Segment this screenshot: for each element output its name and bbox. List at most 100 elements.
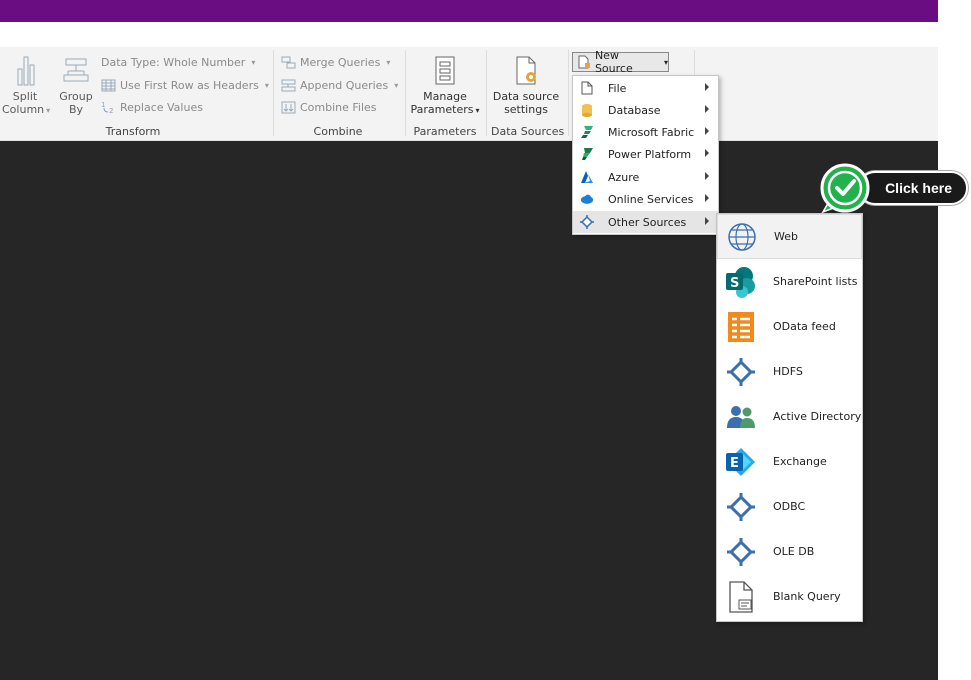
globe-icon [725,220,759,254]
menu-item-hdfs[interactable]: HDFS [717,349,862,394]
group-by-icon [63,58,89,82]
menu-item-web[interactable]: Web [717,214,862,259]
data-source-settings-label-1: Data source [492,90,560,103]
menu-item-active-directory[interactable]: Active Directory [717,394,862,439]
menu-item-odata-feed[interactable]: OData feed [717,304,862,349]
split-column-label-1: Split [12,90,38,103]
blank-query-icon [724,580,758,614]
menu-item-label: File [608,81,627,95]
menu-item-label: Blank Query [773,590,841,603]
parameters-group-label: Parameters [413,125,477,138]
users-icon [724,400,758,434]
append-icon [281,79,296,91]
combine-group-label: Combine [313,125,363,138]
ribbon-separator [405,50,406,136]
cloud-icon [580,192,594,206]
new-source-button[interactable]: New Source ▾ [572,49,669,75]
new-source-label: New Source [594,49,633,75]
parameters-icon [435,56,455,85]
manage-parameters-button[interactable]: Manage Parameters ▾ [408,55,482,117]
use-first-row-label: Use First Row as Headers [120,78,259,92]
click-here-callout: Click here [858,171,968,205]
group-by-button[interactable]: Group By [56,55,96,116]
chevron-right-icon [705,127,709,135]
menu-item-label: Database [608,103,661,117]
append-queries-button[interactable]: Append Queries ▾ [281,77,398,93]
file-icon [580,81,594,95]
chevron-right-icon [705,194,709,202]
ribbon-separator [486,50,487,136]
menu-item-label: HDFS [773,365,803,378]
menu-item-label: ODBC [773,500,806,513]
use-first-row-button[interactable]: Use First Row as Headers ▾ [101,77,269,93]
menu-item-file[interactable]: File [573,77,718,99]
svg-text:2: 2 [109,107,113,114]
replace-values-button[interactable]: 12 Replace Values [101,99,203,115]
group-by-label-1: Group [59,90,93,103]
new-source-menu: File Database Microsoft Fabric Power Pla… [572,75,719,235]
database-icon [580,103,594,117]
menu-item-label: SharePoint lists [773,275,858,288]
menu-item-azure[interactable]: Azure [573,166,718,188]
menu-item-power-platform[interactable]: Power Platform [573,143,718,165]
group-by-label-2: By [68,103,84,116]
fabric-icon [580,125,594,139]
title-bar [0,0,938,22]
table-header-icon [101,79,116,91]
append-queries-label: Append Queries [300,78,389,92]
data-sources-group-label: Data Sources [491,125,565,138]
chevron-right-icon [705,105,709,113]
menu-item-odbc[interactable]: ODBC [717,484,862,529]
exchange-icon: E [724,445,758,479]
menu-item-exchange[interactable]: E Exchange [717,439,862,484]
menu-item-sharepoint-lists[interactable]: S SharePoint lists [717,259,862,304]
chevron-right-icon [705,83,709,91]
merge-queries-button[interactable]: Merge Queries ▾ [281,54,390,70]
ribbon-separator [568,50,569,136]
merge-queries-label: Merge Queries [300,55,381,69]
menu-item-label: OData feed [773,320,836,333]
split-column-button[interactable]: Split Column ▾ [2,55,51,117]
replace-values-label: Replace Values [120,100,203,114]
connector-icon [724,355,758,389]
manage-parameters-label-2: Parameters ▾ [410,103,480,116]
svg-text:1: 1 [101,101,105,109]
menu-item-label: Other Sources [608,215,687,229]
chevron-right-icon [705,149,709,157]
merge-icon [281,56,296,68]
odata-icon [724,310,758,344]
menu-item-microsoft-fabric[interactable]: Microsoft Fabric [573,121,718,143]
connector-icon [580,215,594,229]
menu-item-online-services[interactable]: Online Services [573,188,718,210]
combine-files-button[interactable]: Combine Files [281,99,377,115]
data-source-settings-button[interactable]: Data source settings [490,55,562,116]
connector-icon [724,490,758,524]
callout-text: Click here [885,180,952,196]
svg-text:S: S [730,276,739,291]
data-source-settings-label-2: settings [504,103,548,116]
other-sources-menu: Web S SharePoint lists OData feed HDFS A… [716,213,863,622]
menu-item-label: Online Services [608,192,694,206]
split-column-label-2: Column ▾ [2,103,51,116]
data-type-button[interactable]: Data Type: Whole Number ▾ [101,54,255,70]
data-type-label: Data Type: Whole Number [101,55,246,69]
menu-item-blank-query[interactable]: Blank Query [717,574,862,619]
menu-item-other-sources[interactable]: Other Sources [573,211,718,233]
sharepoint-icon: S [724,265,758,299]
chevron-right-icon [705,217,709,225]
split-column-icon [17,56,35,86]
combine-files-label: Combine Files [300,100,377,114]
chevron-right-icon [705,172,709,180]
manage-parameters-label-1: Manage [423,90,467,103]
combine-files-icon [281,101,296,113]
replace-icon: 12 [101,101,113,114]
menu-item-database[interactable]: Database [573,99,718,121]
svg-text:E: E [730,456,739,471]
menu-item-label: Azure [608,170,640,184]
menu-item-label: Microsoft Fabric [608,125,695,139]
data-source-settings-icon [516,56,536,85]
menu-item-ole-db[interactable]: OLE DB [717,529,862,574]
menu-item-label: Power Platform [608,147,692,161]
check-pointer-icon [820,163,870,214]
ribbon-separator [273,50,274,136]
